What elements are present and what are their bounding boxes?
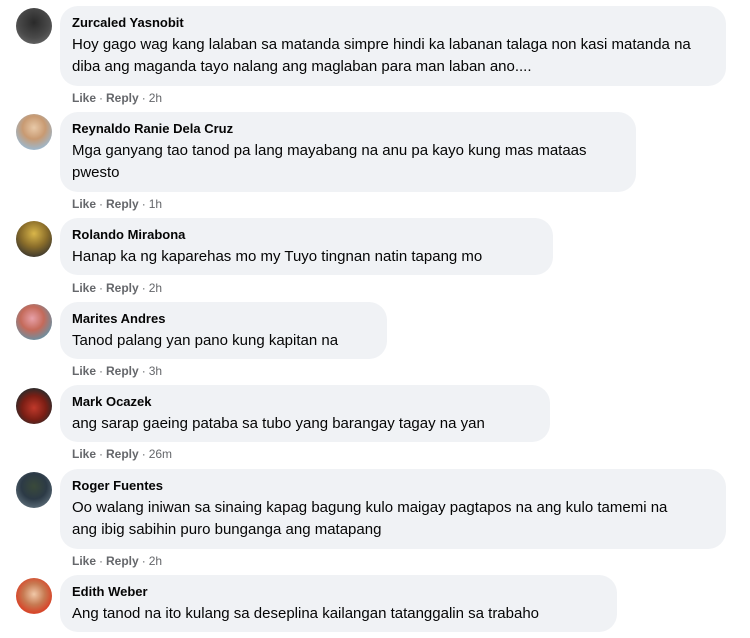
comment-timestamp[interactable]: 2h <box>149 91 162 105</box>
separator-dot: · <box>141 447 146 461</box>
avatar[interactable] <box>16 472 52 508</box>
separator-dot: · <box>99 554 104 568</box>
comment-timestamp[interactable]: 3h <box>149 364 162 378</box>
avatar[interactable] <box>16 114 52 150</box>
comment-text: Hanap ka ng kaparehas mo my Tuyo tingnan… <box>72 248 483 265</box>
comment-text: Mga ganyang tao tanod pa lang mayabang n… <box>72 142 587 181</box>
comment-timestamp[interactable]: 1h <box>149 197 162 211</box>
like-button[interactable]: Like <box>72 447 96 461</box>
comment-bubble: Zurcaled Yasnobit Hoy gago wag kang lala… <box>60 6 726 86</box>
comment-actions: Like · Reply · 1h <box>72 196 162 212</box>
avatar[interactable] <box>16 388 52 424</box>
separator-dot: · <box>99 364 104 378</box>
comment-author[interactable]: Marites Andres <box>72 310 375 327</box>
comment-author[interactable]: Rolando Mirabona <box>72 226 541 243</box>
reply-button[interactable]: Reply <box>106 197 139 211</box>
like-button[interactable]: Like <box>72 364 96 378</box>
comment-timestamp[interactable]: 2h <box>149 281 162 295</box>
separator-dot: · <box>141 364 146 378</box>
comment-bubble: Roger Fuentes Oo walang iniwan sa sinain… <box>60 469 726 549</box>
like-button[interactable]: Like <box>72 197 96 211</box>
comment-actions: Like · Reply · 2h <box>72 280 162 296</box>
separator-dot: · <box>141 91 146 105</box>
reply-button[interactable]: Reply <box>106 281 139 295</box>
reply-button[interactable]: Reply <box>106 554 139 568</box>
avatar[interactable] <box>16 8 52 44</box>
like-button[interactable]: Like <box>72 281 96 295</box>
separator-dot: · <box>99 281 104 295</box>
comment-author[interactable]: Zurcaled Yasnobit <box>72 14 714 31</box>
separator-dot: · <box>141 281 146 295</box>
comment-text: ang sarap gaeing pataba sa tubo yang bar… <box>72 415 485 432</box>
comment-actions: Like · Reply · 3h <box>72 363 162 379</box>
comment-bubble: Marites Andres Tanod palang yan pano kun… <box>60 302 387 359</box>
comment-actions: Like · Reply · 2h <box>72 90 162 106</box>
reply-button[interactable]: Reply <box>106 91 139 105</box>
reply-button[interactable]: Reply <box>106 447 139 461</box>
comment-timestamp[interactable]: 26m <box>149 447 172 461</box>
comment-text: Tanod palang yan pano kung kapitan na <box>72 332 339 349</box>
comment-bubble: Rolando Mirabona Hanap ka ng kaparehas m… <box>60 218 553 275</box>
like-button[interactable]: Like <box>72 91 96 105</box>
avatar[interactable] <box>16 578 52 614</box>
avatar[interactable] <box>16 221 52 257</box>
comment-bubble: Edith Weber Ang tanod na ito kulang sa d… <box>60 575 617 632</box>
separator-dot: · <box>99 91 104 105</box>
separator-dot: · <box>141 197 146 211</box>
separator-dot: · <box>99 447 104 461</box>
comment-author[interactable]: Reynaldo Ranie Dela Cruz <box>72 120 624 137</box>
reply-button[interactable]: Reply <box>106 364 139 378</box>
comment-author[interactable]: Mark Ocazek <box>72 393 538 410</box>
comment-actions: Like · Reply · 2h <box>72 553 162 569</box>
comment-text: Hoy gago wag kang lalaban sa matanda sim… <box>72 36 691 75</box>
comment-text: Oo walang iniwan sa sinaing kapag bagung… <box>72 499 668 538</box>
comment-bubble: Reynaldo Ranie Dela Cruz Mga ganyang tao… <box>60 112 636 192</box>
avatar[interactable] <box>16 304 52 340</box>
comment-timestamp[interactable]: 2h <box>149 554 162 568</box>
like-button[interactable]: Like <box>72 554 96 568</box>
comment-bubble: Mark Ocazek ang sarap gaeing pataba sa t… <box>60 385 550 442</box>
comment-text: Ang tanod na ito kulang sa deseplina kai… <box>72 605 540 622</box>
separator-dot: · <box>99 197 104 211</box>
comment-author[interactable]: Edith Weber <box>72 583 605 600</box>
comment-actions: Like · Reply · 26m <box>72 446 172 462</box>
separator-dot: · <box>141 554 146 568</box>
comment-author[interactable]: Roger Fuentes <box>72 477 714 494</box>
